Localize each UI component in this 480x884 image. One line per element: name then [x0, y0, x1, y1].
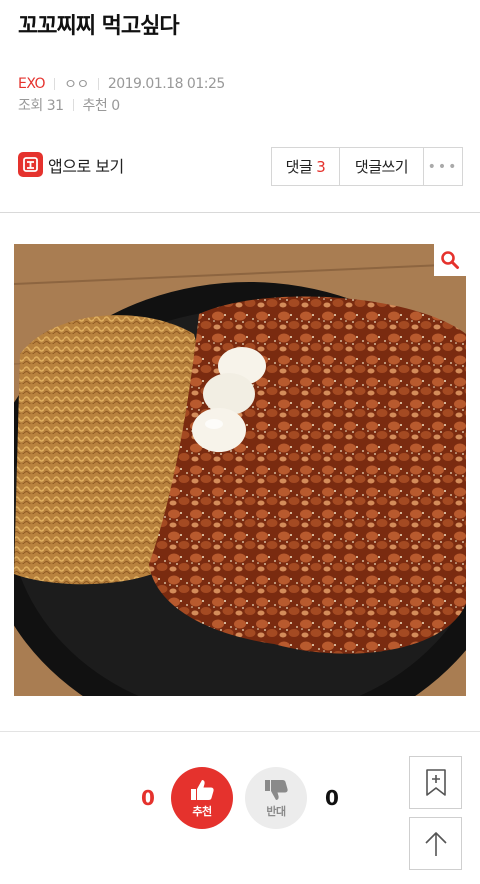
bookmark-add-icon	[425, 768, 446, 796]
post-recommends: 추천 0	[82, 98, 121, 114]
comments-button[interactable]: 댓글 3	[272, 148, 340, 185]
open-in-app-button[interactable]: 앱으로 보기	[18, 152, 124, 177]
post-category[interactable]: EXO	[18, 76, 46, 92]
write-comment-button[interactable]: 댓글쓰기	[340, 148, 424, 185]
post-views: 조회 31	[18, 98, 64, 114]
downvote-button[interactable]: 반대	[245, 767, 307, 829]
comments-label: 댓글	[285, 158, 313, 176]
downvote-label: 반대	[266, 804, 286, 818]
downvote-count: 0	[325, 786, 339, 810]
comments-count: 3	[316, 157, 326, 176]
meta-divider	[97, 78, 99, 90]
post-datetime: 2019.01.18 01:25	[107, 76, 225, 92]
post-meta-line: EXO ㅇㅇ 2019.01.18 01:25	[18, 74, 225, 94]
post-image[interactable]	[14, 244, 466, 696]
arrow-up-icon	[424, 831, 447, 856]
post-author[interactable]: ㅇㅇ	[64, 74, 89, 94]
open-in-app-label: 앱으로 보기	[48, 156, 124, 176]
more-options-button[interactable]: •••	[424, 148, 462, 185]
upvote-button[interactable]: 추천	[171, 767, 233, 829]
post-stats-line: 조회 31 추천 0	[18, 95, 120, 115]
meta-divider	[72, 99, 74, 111]
bookmark-button[interactable]	[409, 756, 462, 809]
thumbs-up-icon	[191, 779, 214, 800]
section-divider	[0, 731, 480, 732]
section-divider	[0, 212, 480, 213]
search-icon	[441, 251, 459, 269]
meta-divider	[54, 78, 56, 90]
comment-button-group: 댓글 3 댓글쓰기 •••	[271, 147, 463, 186]
upvote-count: 0	[141, 786, 155, 810]
post-title: 꼬꼬찌찌 먹고싶다	[18, 14, 180, 39]
scroll-top-button[interactable]	[409, 817, 462, 870]
app-logo-icon	[18, 152, 43, 177]
upvote-label: 추천	[192, 804, 212, 818]
thumbs-down-icon	[265, 779, 288, 800]
zoom-image-button[interactable]	[434, 244, 466, 276]
